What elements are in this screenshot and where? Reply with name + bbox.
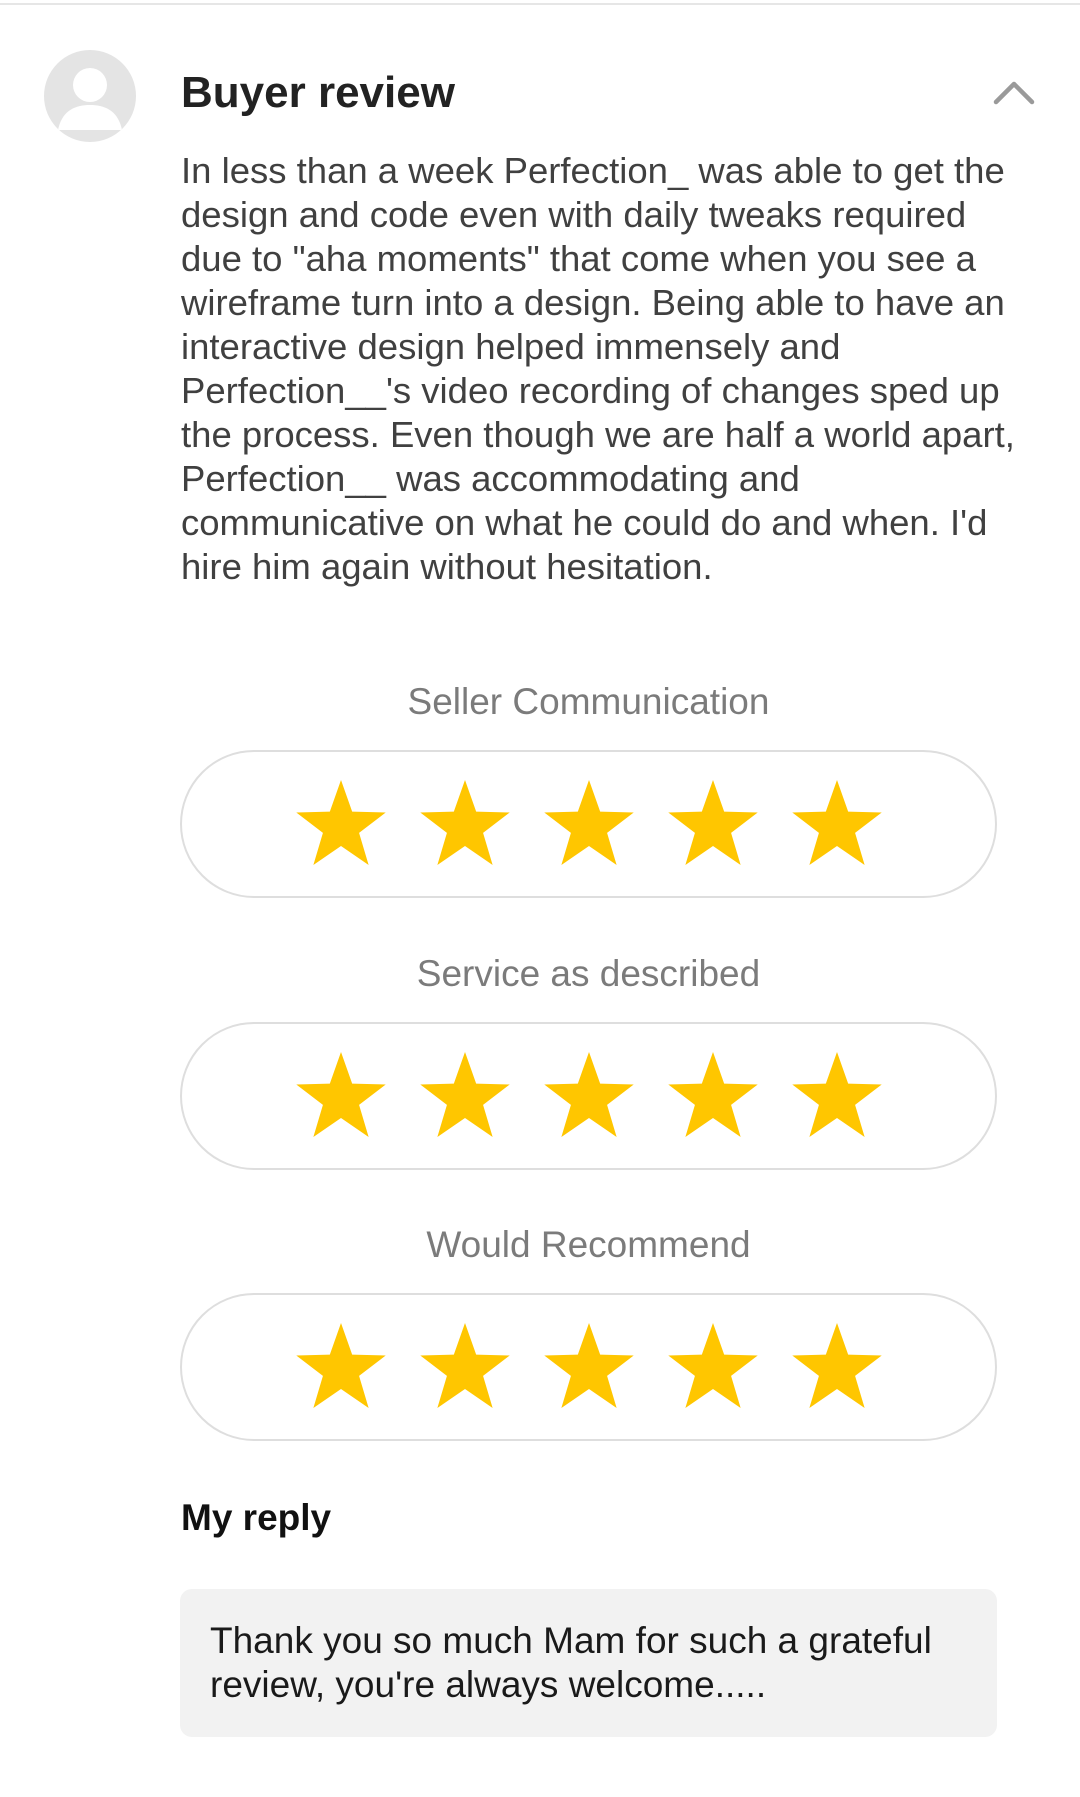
star-rating[interactable]	[180, 750, 997, 898]
star-icon[interactable]	[294, 1051, 388, 1141]
user-avatar-icon	[58, 68, 122, 130]
avatar	[44, 50, 136, 142]
rating-would-recommend: Would Recommend	[180, 1223, 997, 1441]
top-divider	[0, 0, 1080, 5]
rating-label: Would Recommend	[426, 1224, 751, 1265]
review-text: In less than a week Perfection_ was able…	[181, 150, 1015, 587]
rating-label: Service as described	[416, 953, 761, 994]
star-icon[interactable]	[542, 1051, 636, 1141]
star-icon[interactable]	[294, 779, 388, 869]
review-title: Buyer review	[181, 68, 455, 117]
reply-title: My reply	[181, 1497, 332, 1538]
star-icon[interactable]	[542, 1322, 636, 1412]
chevron-up-icon	[993, 81, 1035, 105]
collapse-button[interactable]	[990, 72, 1038, 112]
star-icon[interactable]	[790, 1322, 884, 1412]
star-rating[interactable]	[180, 1293, 997, 1441]
star-icon[interactable]	[418, 1322, 512, 1412]
reply-text: Thank you so much Mam for such a gratefu…	[210, 1620, 932, 1705]
star-icon[interactable]	[790, 779, 884, 869]
star-icon[interactable]	[294, 1322, 388, 1412]
rating-service-as-described: Service as described	[180, 952, 997, 1170]
star-icon[interactable]	[418, 779, 512, 869]
star-icon[interactable]	[666, 1322, 760, 1412]
star-icon[interactable]	[418, 1051, 512, 1141]
reply-box: Thank you so much Mam for such a gratefu…	[180, 1589, 997, 1737]
star-rating[interactable]	[180, 1022, 997, 1170]
star-icon[interactable]	[790, 1051, 884, 1141]
star-icon[interactable]	[542, 779, 636, 869]
star-icon[interactable]	[666, 779, 760, 869]
rating-seller-communication: Seller Communication	[180, 680, 997, 898]
rating-label: Seller Communication	[407, 681, 770, 722]
star-icon[interactable]	[666, 1051, 760, 1141]
